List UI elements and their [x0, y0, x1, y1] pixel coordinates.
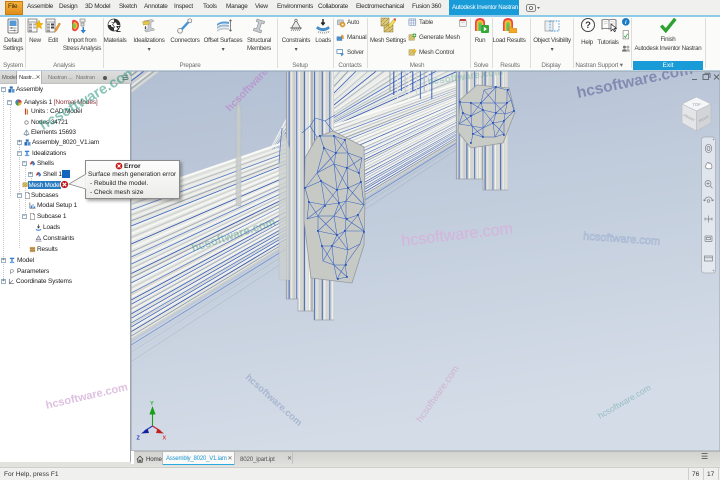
- svg-text:Y: Y: [150, 401, 154, 407]
- svg-text:Σ: Σ: [116, 25, 121, 34]
- svg-text:?: ?: [585, 20, 591, 31]
- svg-text:X: X: [163, 436, 167, 442]
- svg-text:P: P: [10, 269, 14, 275]
- svg-text:TOP: TOP: [692, 102, 701, 107]
